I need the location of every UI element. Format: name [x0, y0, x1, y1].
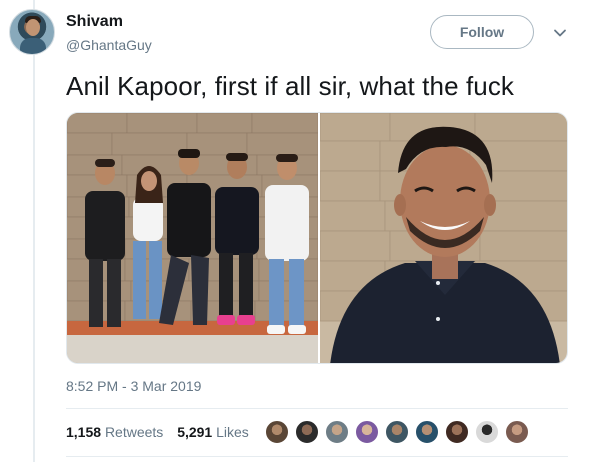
- divider: [66, 408, 568, 409]
- likes-label: Likes: [216, 424, 249, 440]
- liker-avatar[interactable]: [414, 419, 440, 445]
- retweets-stat[interactable]: 1,158 Retweets: [66, 424, 163, 440]
- liker-avatar[interactable]: [354, 419, 380, 445]
- retweets-count: 1,158: [66, 424, 102, 440]
- likes-count: 5,291: [177, 424, 213, 440]
- user-handle[interactable]: @GhantaGuy: [66, 37, 152, 53]
- liker-avatar[interactable]: [324, 419, 350, 445]
- user-name[interactable]: Shivam: [66, 13, 123, 31]
- chevron-down-icon[interactable]: [553, 26, 567, 40]
- tweet-timestamp[interactable]: 8:52 PM - 3 Mar 2019: [66, 378, 201, 394]
- follow-button[interactable]: Follow: [430, 15, 534, 49]
- tweet-text: Anil Kapoor, first if all sir, what the …: [66, 71, 515, 101]
- liker-avatar[interactable]: [264, 419, 290, 445]
- tweet-stats: 1,158 Retweets 5,291 Likes: [66, 424, 259, 440]
- avatar[interactable]: [9, 9, 55, 55]
- liker-avatar[interactable]: [384, 419, 410, 445]
- portrait-photo[interactable]: [320, 113, 567, 363]
- tweet-media[interactable]: [66, 112, 568, 364]
- likes-stat[interactable]: 5,291 Likes: [177, 424, 249, 440]
- retweets-label: Retweets: [104, 424, 164, 440]
- group-photo[interactable]: [67, 113, 318, 363]
- liker-avatar[interactable]: [474, 419, 500, 445]
- divider: [66, 456, 568, 457]
- liker-avatar[interactable]: [444, 419, 470, 445]
- thread-line: [33, 0, 35, 462]
- liker-avatar[interactable]: [504, 419, 530, 445]
- liker-avatar[interactable]: [294, 419, 320, 445]
